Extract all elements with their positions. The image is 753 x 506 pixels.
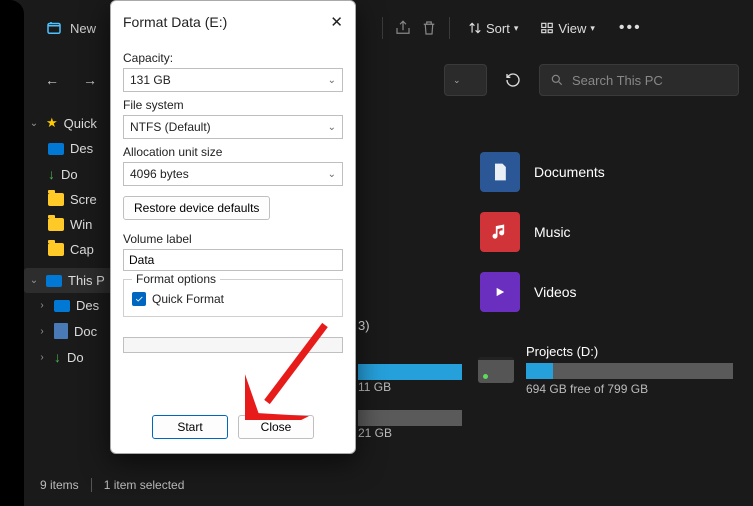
disk-free-text: 11 GB <box>358 380 391 394</box>
delete-icon[interactable] <box>419 18 439 38</box>
status-count: 9 items <box>40 478 79 492</box>
sort-icon <box>468 21 482 35</box>
chevron-down-icon: ▾ <box>514 23 519 34</box>
quick-format-checkbox[interactable] <box>132 292 146 306</box>
music-icon <box>480 212 520 252</box>
volume-label-label: Volume label <box>123 232 343 246</box>
desktop-icon <box>48 143 64 155</box>
chevron-down-icon: ⌄ <box>328 169 336 180</box>
status-selected: 1 item selected <box>104 478 185 492</box>
library-videos[interactable]: Videos <box>480 272 605 312</box>
format-dialog: Format Data (E:) ✕ Capacity: 131 GB⌄ Fil… <box>110 0 356 454</box>
sort-button[interactable]: Sort ▾ <box>460 15 526 42</box>
search-placeholder: Search This PC <box>572 73 663 88</box>
videos-icon <box>480 272 520 312</box>
disk-bar <box>526 363 733 379</box>
search-input[interactable]: Search This PC <box>539 64 739 96</box>
documents-icon <box>480 152 520 192</box>
folder-icon <box>48 193 64 206</box>
document-icon <box>54 323 68 339</box>
new-button[interactable]: New <box>34 12 106 44</box>
disk-bar <box>358 410 462 426</box>
refresh-button[interactable] <box>497 64 529 96</box>
dialog-title: Format Data (E:) <box>123 14 227 30</box>
back-button[interactable]: ← <box>38 66 66 94</box>
view-icon <box>540 21 554 35</box>
pc-icon <box>46 275 62 287</box>
start-button[interactable]: Start <box>152 415 228 439</box>
chevron-down-icon: ▾ <box>590 23 595 34</box>
quick-format-label: Quick Format <box>152 292 224 306</box>
chevron-down-icon: ⌄ <box>328 122 336 133</box>
status-bar: 9 items 1 item selected <box>40 478 184 492</box>
new-label: New <box>70 21 96 36</box>
folder-icon <box>48 218 64 231</box>
close-button[interactable]: Close <box>238 415 314 439</box>
share-icon[interactable] <box>393 18 413 38</box>
sort-label: Sort <box>486 21 510 36</box>
more-button[interactable]: ••• <box>609 13 652 43</box>
drive-icon <box>478 357 514 383</box>
restore-defaults-button[interactable]: Restore device defaults <box>123 196 270 220</box>
filesystem-label: File system <box>123 98 343 112</box>
disk-free-text: 694 GB free of 799 GB <box>526 382 733 396</box>
disk-name: Projects (D:) <box>526 344 733 359</box>
desktop-icon <box>54 300 70 312</box>
download-icon: ↓ <box>48 166 55 182</box>
group-count: 3) <box>358 318 370 333</box>
disk-bar <box>358 364 462 380</box>
forward-button[interactable]: → <box>76 66 104 94</box>
volume-label-input[interactable] <box>123 249 343 271</box>
view-label: View <box>558 21 586 36</box>
library-documents[interactable]: Documents <box>480 152 605 192</box>
folder-icon <box>48 243 64 256</box>
progress-bar <box>123 337 343 353</box>
allocation-select[interactable]: 4096 bytes⌄ <box>123 162 343 186</box>
capacity-select[interactable]: 131 GB⌄ <box>123 68 343 92</box>
library-music[interactable]: Music <box>480 212 605 252</box>
new-icon <box>44 18 64 38</box>
star-icon: ★ <box>46 115 58 131</box>
view-button[interactable]: View ▾ <box>532 15 602 42</box>
format-options-group: Format options Quick Format <box>123 279 343 317</box>
capacity-label: Capacity: <box>123 51 343 65</box>
chevron-down-icon: ⌄ <box>328 75 336 86</box>
disk-projects[interactable]: Projects (D:) 694 GB free of 799 GB <box>478 344 733 396</box>
format-options-label: Format options <box>132 272 220 286</box>
close-icon[interactable]: ✕ <box>330 13 343 31</box>
search-icon <box>550 73 564 87</box>
filesystem-select[interactable]: NTFS (Default)⌄ <box>123 115 343 139</box>
address-bar[interactable]: ⌄ <box>444 64 487 96</box>
disk-free-text: 21 GB <box>358 426 392 440</box>
chevron-down-icon: ⌄ <box>453 75 461 86</box>
download-icon: ↓ <box>54 349 61 365</box>
allocation-label: Allocation unit size <box>123 145 343 159</box>
